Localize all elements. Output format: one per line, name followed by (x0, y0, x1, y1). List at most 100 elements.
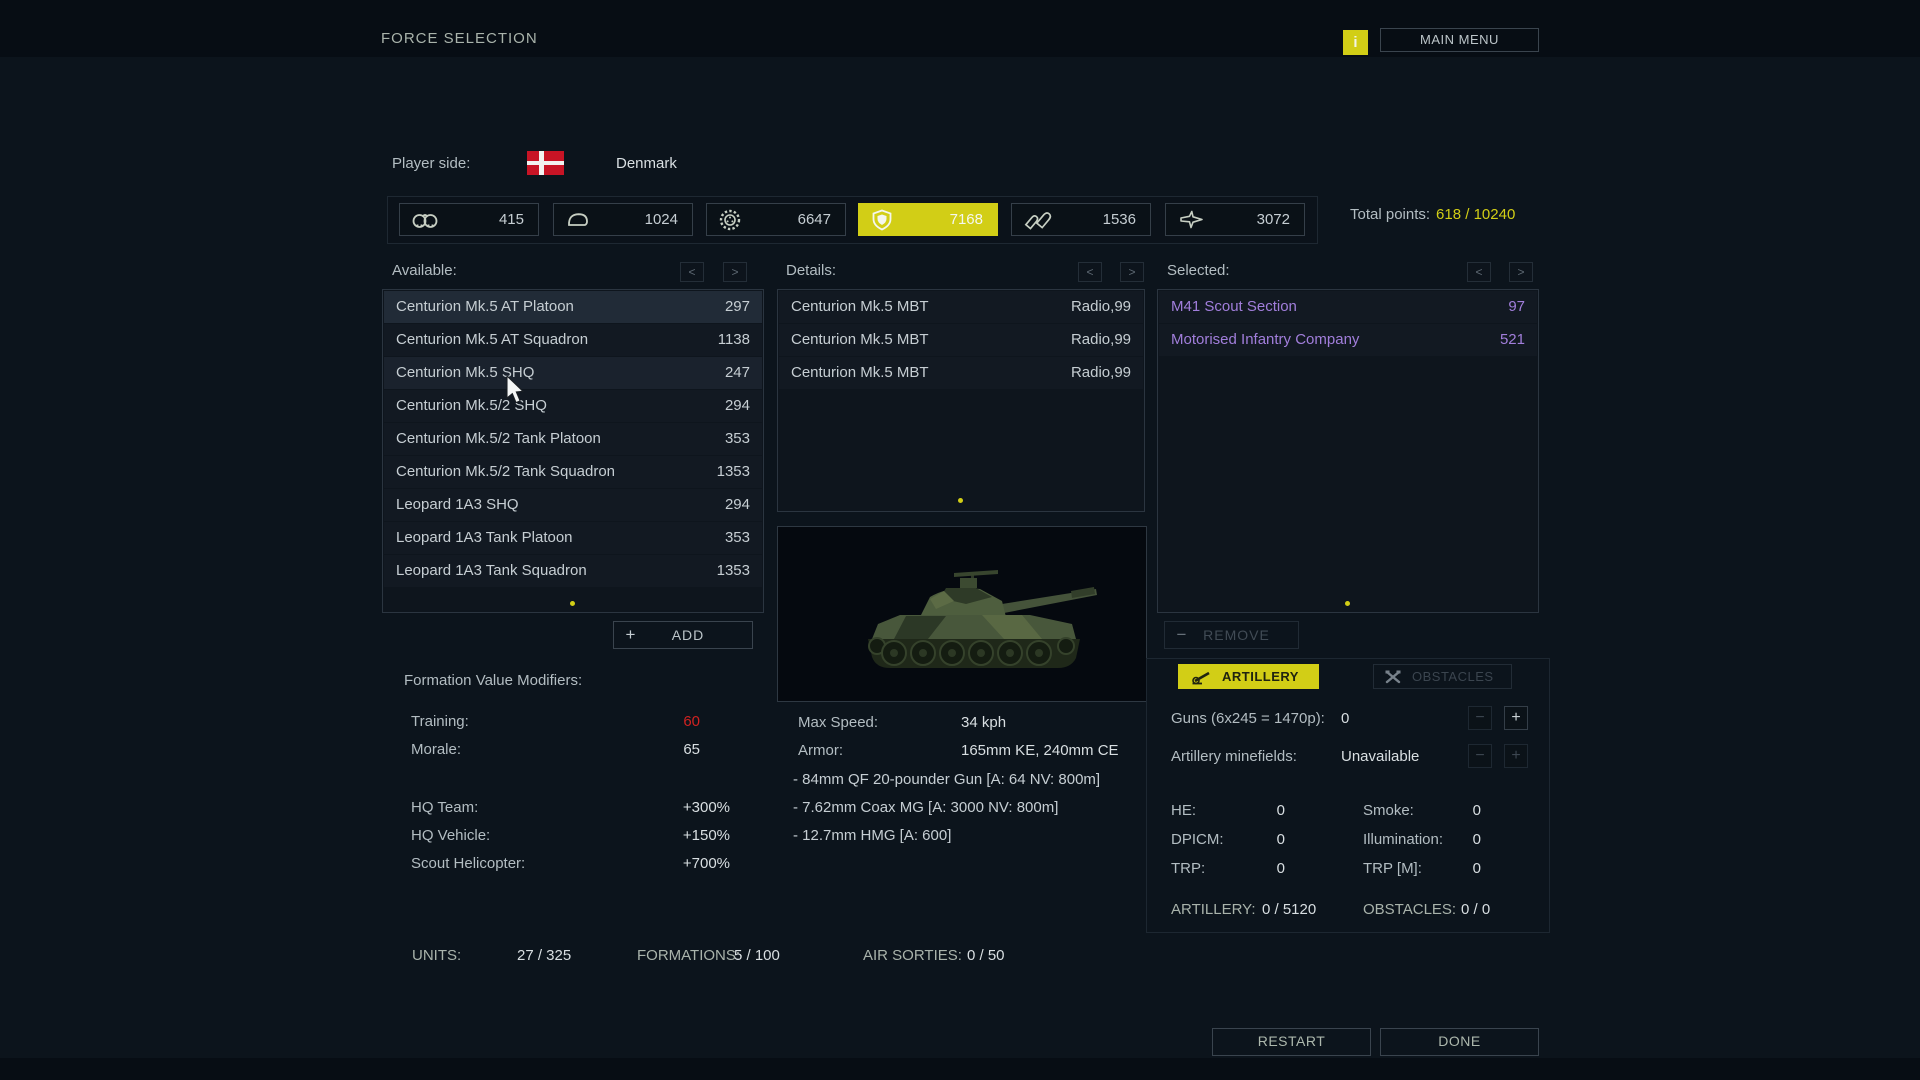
details-page-prev-button[interactable]: < (1078, 262, 1102, 282)
minefields-label: Artillery minefields: (1171, 748, 1297, 765)
available-item[interactable]: Centurion Mk.5 SHQ247 (384, 357, 762, 389)
formations-value: 5 / 100 (734, 947, 780, 964)
unit-image-tank (778, 527, 1144, 699)
ammo-shells-icon (1023, 208, 1053, 232)
hq-team-value: +300% (630, 799, 730, 816)
selected-item[interactable]: Motorised Infantry Company521 (1159, 324, 1537, 356)
max-speed-value: 34 kph (961, 714, 1006, 731)
minefields-value: Unavailable (1341, 748, 1419, 765)
details-list: Centurion Mk.5 MBTRadio,99 Centurion Mk.… (777, 289, 1145, 512)
category-vehicles-button[interactable]: 6647 (706, 203, 846, 236)
available-item[interactable]: Centurion Mk.5 AT Platoon297 (384, 291, 762, 323)
weapon-entry: - 12.7mm HMG [A: 600] (793, 827, 951, 844)
details-item[interactable]: Centurion Mk.5 MBTRadio,99 (779, 324, 1143, 356)
selected-page-next-button[interactable]: > (1509, 262, 1533, 282)
formations-label: FORMATIONS: (637, 947, 740, 964)
trp-value: 0 (1245, 860, 1285, 877)
bottom-bar (0, 1058, 1920, 1080)
hq-vehicle-label: HQ Vehicle: (411, 827, 490, 844)
plus-icon: + (614, 625, 648, 645)
minus-icon: − (1165, 625, 1199, 645)
info-button[interactable]: i (1343, 30, 1368, 55)
category-recon-points: 415 (499, 211, 524, 228)
done-button[interactable]: DONE (1380, 1028, 1539, 1056)
training-value: 60 (640, 713, 700, 730)
minefields-decrease-button[interactable]: − (1468, 744, 1492, 768)
crossed-tools-icon (1384, 669, 1402, 685)
add-button[interactable]: + ADD (613, 621, 753, 649)
category-infantry-points: 1024 (645, 211, 678, 228)
unit-category-bar: 415 1024 6647 7168 (387, 196, 1318, 244)
details-page-next-button[interactable]: > (1120, 262, 1144, 282)
scout-helicopter-value: +700% (630, 855, 730, 872)
obstacles-total-label: OBSTACLES: (1363, 901, 1456, 918)
recon-binoculars-icon (411, 209, 439, 231)
minefields-increase-button[interactable]: + (1504, 744, 1528, 768)
armor-shield-icon (870, 208, 894, 232)
page-title: FORCE SELECTION (381, 30, 538, 47)
max-speed-label: Max Speed: (798, 714, 878, 731)
guns-value: 0 (1341, 710, 1349, 727)
guns-decrease-button[interactable]: − (1468, 706, 1492, 730)
available-page-next-button[interactable]: > (723, 262, 747, 282)
available-item[interactable]: Leopard 1A3 Tank Squadron1353 (384, 555, 762, 587)
training-label: Training: (411, 713, 469, 730)
category-infantry-button[interactable]: 1024 (553, 203, 693, 236)
mouse-cursor (505, 376, 525, 404)
selected-item[interactable]: M41 Scout Section97 (1159, 291, 1537, 323)
tab-obstacles[interactable]: OBSTACLES (1373, 664, 1512, 689)
selected-list: M41 Scout Section97 Motorised Infantry C… (1157, 289, 1539, 613)
illumination-label: Illumination: (1363, 831, 1443, 848)
details-item[interactable]: Centurion Mk.5 MBTRadio,99 (779, 357, 1143, 389)
hq-team-label: HQ Team: (411, 799, 478, 816)
available-item[interactable]: Leopard 1A3 SHQ294 (384, 489, 762, 521)
infantry-helmet-icon (565, 209, 591, 231)
units-value: 27 / 325 (517, 947, 571, 964)
obstacles-total-value: 0 / 0 (1461, 901, 1490, 918)
artillery-total-label: ARTILLERY: (1171, 901, 1256, 918)
main-menu-button[interactable]: MAIN MENU (1380, 28, 1539, 52)
air-sorties-label: AIR SORTIES: (863, 947, 962, 964)
artillery-total-value: 0 / 5120 (1262, 901, 1316, 918)
dpicm-value: 0 (1245, 831, 1285, 848)
he-value: 0 (1245, 802, 1285, 819)
category-recon-button[interactable]: 415 (399, 203, 539, 236)
available-item[interactable]: Leopard 1A3 Tank Platoon353 (384, 522, 762, 554)
he-label: HE: (1171, 802, 1196, 819)
category-air-button[interactable]: 3072 (1165, 203, 1305, 236)
category-air-points: 3072 (1257, 211, 1290, 228)
available-item[interactable]: Centurion Mk.5 AT Squadron1138 (384, 324, 762, 356)
denmark-flag-icon (527, 151, 564, 175)
category-vehicles-points: 6647 (798, 211, 831, 228)
player-country: Denmark (616, 155, 677, 172)
howitzer-icon (1190, 669, 1212, 685)
player-side-label: Player side: (392, 155, 470, 172)
available-item[interactable]: Centurion Mk.5/2 SHQ294 (384, 390, 762, 422)
morale-label: Morale: (411, 741, 461, 758)
smoke-value: 0 (1441, 802, 1481, 819)
guns-increase-button[interactable]: + (1504, 706, 1528, 730)
details-item[interactable]: Centurion Mk.5 MBTRadio,99 (779, 291, 1143, 323)
selected-page-prev-button[interactable]: < (1467, 262, 1491, 282)
hq-vehicle-value: +150% (630, 827, 730, 844)
force-selection-screen: FORCE SELECTION i MAIN MENU Player side:… (0, 0, 1920, 1080)
top-bar (0, 0, 1920, 57)
restart-button[interactable]: RESTART (1212, 1028, 1371, 1056)
armor-label: Armor: (798, 742, 843, 759)
trp-m-value: 0 (1441, 860, 1481, 877)
available-item[interactable]: Centurion Mk.5/2 Tank Squadron1353 (384, 456, 762, 488)
category-armor-button[interactable]: 7168 (858, 203, 998, 236)
available-page-prev-button[interactable]: < (680, 262, 704, 282)
vehicle-wheel-icon (718, 208, 742, 232)
available-item[interactable]: Centurion Mk.5/2 Tank Platoon353 (384, 423, 762, 455)
weapon-entry: - 7.62mm Coax MG [A: 3000 NV: 800m] (793, 799, 1058, 816)
armor-value: 165mm KE, 240mm CE (961, 742, 1119, 759)
available-list: Centurion Mk.5 AT Platoon297 Centurion M… (382, 289, 764, 613)
category-support-button[interactable]: 1536 (1011, 203, 1151, 236)
modifiers-title: Formation Value Modifiers: (404, 672, 582, 689)
morale-value: 65 (640, 741, 700, 758)
remove-button[interactable]: − REMOVE (1164, 621, 1299, 649)
tab-artillery[interactable]: ARTILLERY (1178, 664, 1319, 689)
aircraft-jet-icon (1177, 208, 1205, 232)
unit-image-box (777, 526, 1147, 702)
